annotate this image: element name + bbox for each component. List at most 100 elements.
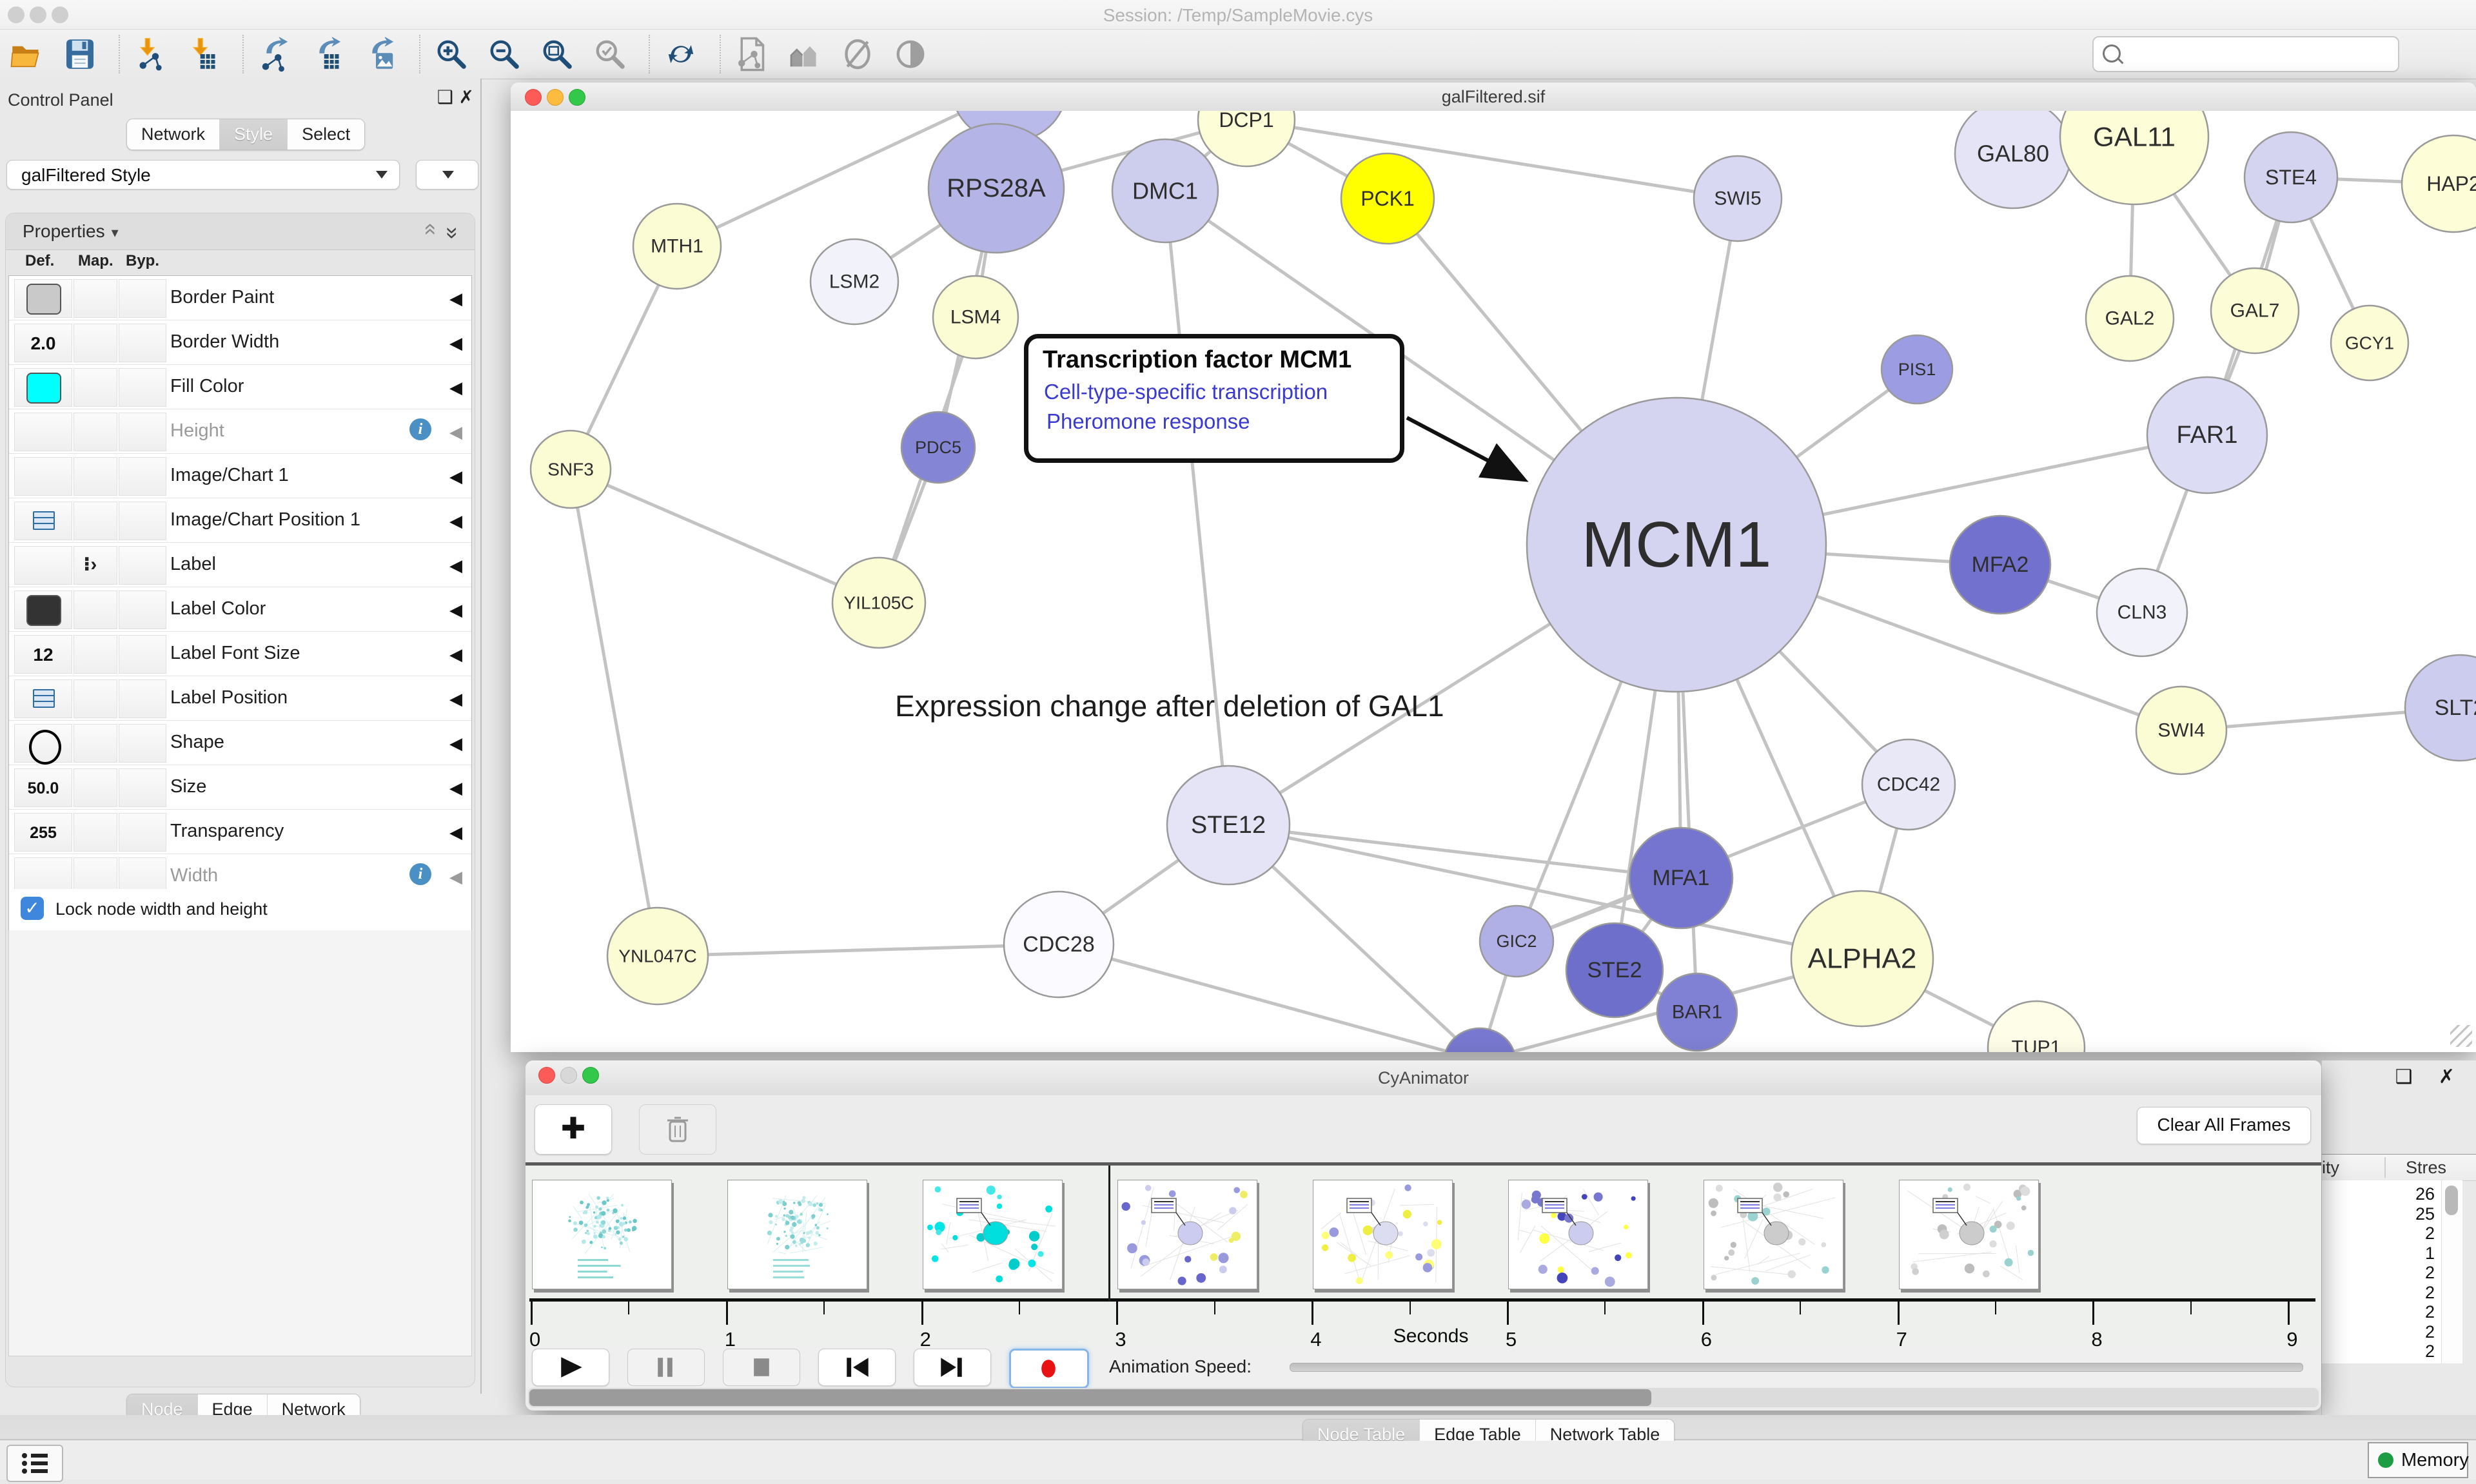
lock-node-size-checkbox[interactable]: ✓	[21, 897, 44, 920]
search-input[interactable]	[2092, 36, 2399, 72]
node-YIL105C[interactable]: YIL105C	[832, 558, 925, 648]
clear-all-frames-button[interactable]: Clear All Frames	[2137, 1107, 2311, 1144]
bypass-cell[interactable]	[119, 546, 166, 585]
node-CLN3[interactable]: CLN3	[2097, 569, 2187, 656]
zoom-selected-button[interactable]	[592, 36, 628, 72]
mapping-cell[interactable]	[74, 679, 117, 718]
style-options-button[interactable]	[416, 160, 478, 190]
default-value-cell[interactable]: 12	[14, 635, 72, 674]
node-STE4[interactable]: STE4	[2245, 132, 2337, 222]
tab-network[interactable]: Network	[127, 119, 220, 150]
node-BAR1[interactable]: BAR1	[1657, 973, 1737, 1051]
annotation-link-1[interactable]: Cell-type-specific transcription	[1044, 380, 1328, 404]
node-SLT2[interactable]: SLT2	[2405, 655, 2476, 761]
bypass-cell[interactable]	[119, 457, 166, 496]
frame-thumbnail-1[interactable]	[727, 1180, 867, 1289]
skip-end-button[interactable]	[914, 1349, 991, 1386]
column-centrality[interactable]: ity	[2322, 1158, 2339, 1178]
table-panel-window-icons[interactable]: ❑ ✗	[2395, 1066, 2465, 1088]
export-table-button[interactable]	[310, 36, 346, 72]
bypass-cell[interactable]	[119, 679, 166, 718]
default-value-cell[interactable]: 50.0	[14, 768, 72, 807]
record-button[interactable]	[1009, 1349, 1089, 1389]
expand-property-icon[interactable]: ◀	[449, 823, 462, 843]
node-RPS28A[interactable]: RPS28A	[928, 124, 1064, 253]
properties-header[interactable]: Properties » »	[6, 213, 475, 250]
mapping-cell[interactable]	[74, 502, 117, 540]
node-LSM2[interactable]: LSM2	[811, 239, 898, 324]
resize-grip-icon[interactable]	[2450, 1025, 2472, 1047]
expand-property-icon[interactable]: ◀	[449, 511, 462, 531]
node-MFA1[interactable]: MFA1	[1629, 828, 1733, 928]
mapping-cell[interactable]	[74, 368, 117, 407]
default-value-cell[interactable]	[14, 502, 72, 540]
mapping-cell[interactable]	[74, 591, 117, 629]
default-value-cell[interactable]: 2.0	[14, 324, 72, 362]
skip-start-button[interactable]	[818, 1349, 896, 1386]
edge-snf3-ynl047c[interactable]	[571, 469, 658, 956]
property-row-border-width[interactable]: 2.0 Border Width◀	[9, 320, 471, 365]
mapping-cell[interactable]	[74, 724, 117, 763]
expand-property-icon[interactable]: ◀	[449, 600, 462, 620]
node-STE2[interactable]: STE2	[1566, 923, 1663, 1017]
export-network-button[interactable]	[257, 36, 293, 72]
property-row-transparency[interactable]: 255 Transparency◀	[9, 810, 471, 854]
zoom-fit-button[interactable]	[539, 36, 575, 72]
expand-property-icon[interactable]: ◀	[449, 778, 462, 798]
mapping-cell[interactable]	[74, 813, 117, 852]
node-MFA2[interactable]: MFA2	[1950, 516, 2050, 614]
mapping-cell[interactable]	[74, 413, 117, 451]
table-cell-value[interactable]: 2	[2377, 1342, 2435, 1362]
property-row-border-paint[interactable]: Border Paint◀	[9, 276, 471, 320]
mapping-cell[interactable]: ⁝›	[74, 546, 117, 585]
node-GAL2[interactable]: GAL2	[2086, 276, 2174, 361]
node-CDC28[interactable]: CDC28	[1004, 892, 1114, 997]
expand-property-icon[interactable]: ◀	[449, 467, 462, 487]
mapping-cell[interactable]	[74, 457, 117, 496]
canvas-text-label[interactable]: Expression change after deletion of GAL1	[895, 688, 1444, 723]
default-value-cell[interactable]	[14, 368, 72, 407]
annotation-box[interactable]: Transcription factor MCM1 Cell-type-spec…	[1024, 334, 1404, 463]
collapse-all-icon[interactable]: »	[417, 227, 442, 235]
node-GAL80[interactable]: GAL80	[1955, 111, 2071, 208]
node-PCK1[interactable]: PCK1	[1341, 153, 1434, 244]
property-row-size[interactable]: 50.0 Size◀	[9, 765, 471, 810]
show-details-button[interactable]	[892, 36, 928, 72]
node-PDC5[interactable]: PDC5	[901, 412, 975, 483]
node-MTH1[interactable]: MTH1	[633, 204, 721, 289]
property-row-height[interactable]: Heighti◀	[9, 409, 471, 454]
default-value-cell[interactable]	[14, 413, 72, 451]
timeline-scrollbar[interactable]	[528, 1388, 2319, 1407]
hide-details-button[interactable]	[840, 36, 876, 72]
network-canvas[interactable]: RPS28BDCP1RPS28ADMC1PCK1SWI5GAL80GAL11ST…	[511, 111, 2476, 1052]
import-network-button[interactable]	[133, 36, 169, 72]
table-cell-value[interactable]: 2	[2377, 1302, 2435, 1322]
table-cell-value[interactable]: 25	[2377, 1204, 2435, 1224]
node-FAR1[interactable]: FAR1	[2147, 377, 2267, 493]
frame-thumbnail-0[interactable]	[532, 1180, 672, 1289]
node-YNL047C[interactable]: YNL047C	[607, 908, 708, 1004]
expand-property-icon[interactable]: ◀	[449, 333, 462, 353]
node-SWI5[interactable]: SWI5	[1694, 156, 1782, 241]
network-file-button[interactable]	[734, 36, 770, 72]
bypass-cell[interactable]	[119, 724, 166, 763]
network-window-titlebar[interactable]: galFiltered.sif	[511, 83, 2476, 112]
tab-select[interactable]: Select	[288, 119, 364, 150]
expand-property-icon[interactable]: ◀	[449, 289, 462, 309]
refresh-button[interactable]	[663, 36, 699, 72]
mapping-cell[interactable]	[74, 279, 117, 318]
node-SWI4[interactable]: SWI4	[2136, 687, 2226, 774]
frame-thumbnail-7[interactable]	[1899, 1180, 2039, 1289]
mapping-cell[interactable]	[74, 324, 117, 362]
edge-dmc1-ste12[interactable]	[1165, 191, 1228, 825]
task-history-button[interactable]	[6, 1445, 63, 1482]
table-cell-value[interactable]: 1	[2377, 1244, 2435, 1264]
table-cell-value[interactable]: 2	[2377, 1322, 2435, 1342]
play-button[interactable]	[532, 1349, 609, 1386]
timeline-scrollbar-thumb[interactable]	[529, 1389, 1651, 1406]
frame-thumbnail-6[interactable]	[1704, 1180, 1843, 1289]
default-value-cell[interactable]	[14, 546, 72, 585]
import-table-button[interactable]	[186, 36, 222, 72]
style-selector-dropdown[interactable]: galFiltered Style	[6, 160, 400, 190]
memory-button[interactable]: Memory	[2368, 1442, 2468, 1478]
